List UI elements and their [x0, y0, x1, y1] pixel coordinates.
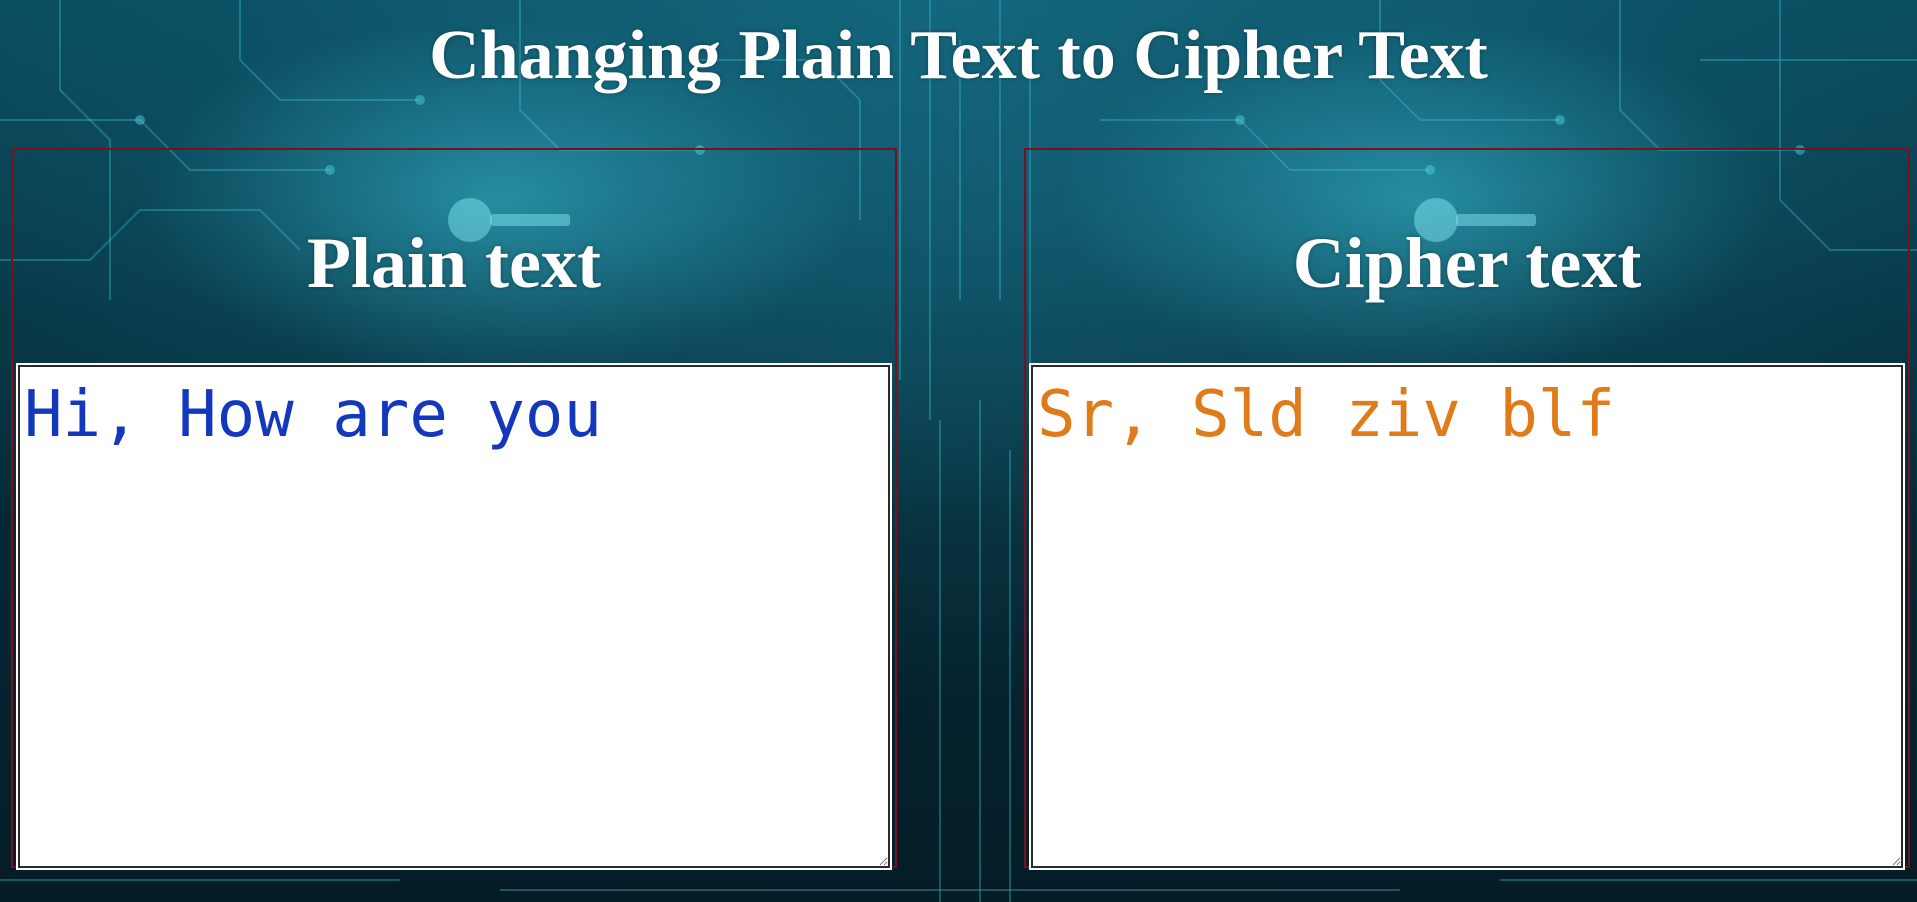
cipher-text-panel: Cipher text Sr, Sld ziv blf — [1024, 148, 1910, 870]
page-title: Changing Plain Text to Cipher Text — [429, 17, 1488, 94]
plain-text-heading: Plain text — [307, 223, 601, 303]
cipher-text-output[interactable]: Sr, Sld ziv blf — [1029, 363, 1905, 870]
cipher-text-heading: Cipher text — [1292, 223, 1642, 303]
plain-text-panel: Plain text Hi, How are you — [11, 148, 897, 870]
plain-text-input[interactable]: Hi, How are you — [16, 363, 892, 870]
